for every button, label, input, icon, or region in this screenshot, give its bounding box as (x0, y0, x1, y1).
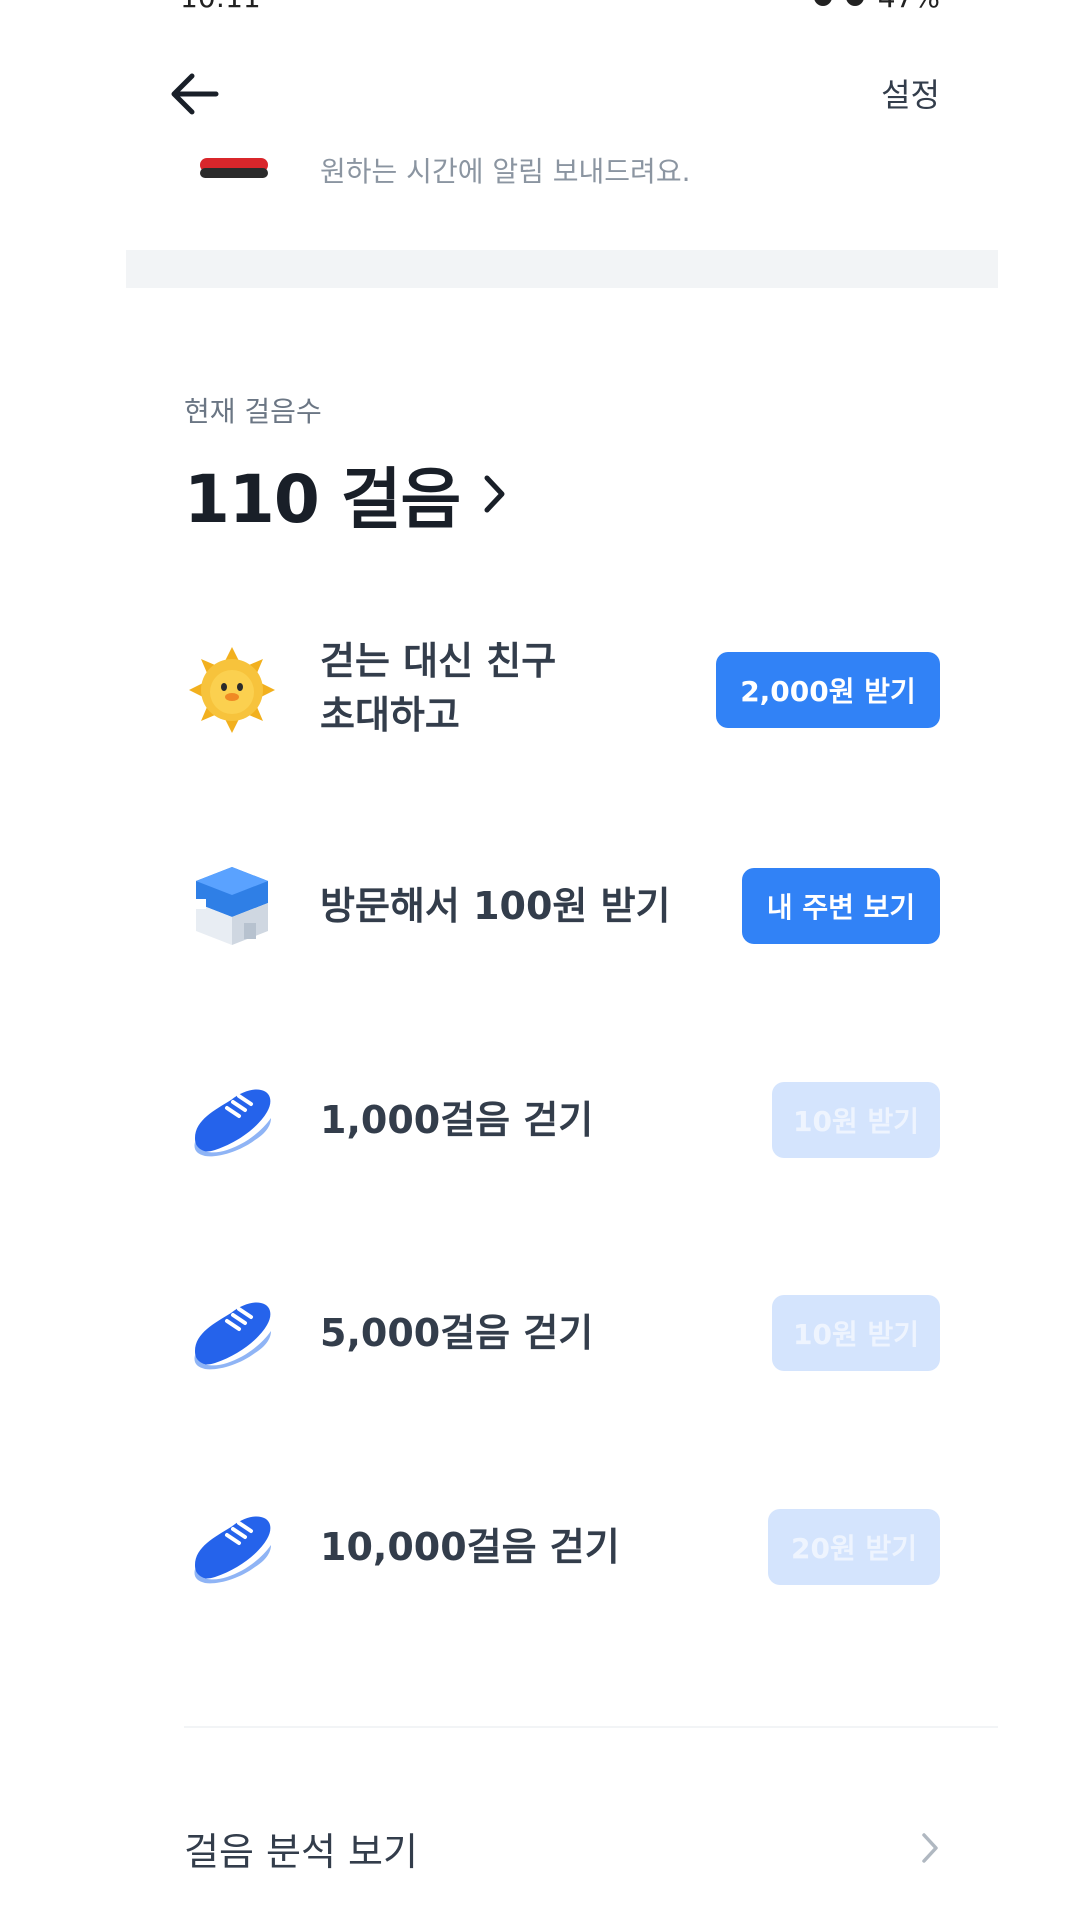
mission-label: 방문해서 100원 받기 (320, 884, 671, 928)
mission-row-invite-friend: 걷는 대신 친구 초대하고 2,000원 받기 (184, 630, 940, 750)
walk-5000-reward-button[interactable]: 10원 받기 (772, 1295, 940, 1371)
sneaker-icon (184, 1499, 280, 1595)
chevron-right-icon (922, 1833, 938, 1863)
alarm-bell-icon (200, 158, 268, 178)
steps-count-value: 110 걸음 (184, 461, 461, 538)
status-bar: 10:11 47% (180, 0, 940, 14)
battery-text: 47% (878, 0, 940, 14)
step-analysis-label: 걸음 분석 보기 (184, 1829, 418, 1874)
list-divider (184, 1726, 998, 1728)
sneaker-icon (184, 1285, 280, 1381)
chevron-right-icon (484, 475, 505, 513)
walking-rewards-screen: 10:11 47% 설정 원하는 시간에 알림 보내드려요. 현재 걸음수 11… (0, 0, 1080, 1920)
status-icons: 47% (813, 0, 940, 14)
mission-row-5000-steps: 5,000걸음 걷기 10원 받기 (184, 1273, 940, 1393)
mission-row-visit-store: 방문해서 100원 받기 내 주변 보기 (184, 846, 940, 966)
steps-count-link[interactable]: 110 걸음 (184, 446, 508, 542)
walk-1000-reward-button[interactable]: 10원 받기 (772, 1082, 940, 1158)
wifi-icon (845, 0, 864, 6)
store-building-icon (184, 858, 280, 954)
mission-label: 1,000걸음 걷기 (320, 1098, 594, 1142)
back-button[interactable] (166, 66, 222, 122)
invite-friend-reward-button[interactable]: 2,000원 받기 (716, 652, 940, 728)
alarm-description: 원하는 시간에 알림 보내드려요. (320, 155, 691, 188)
sun-character-icon (184, 642, 280, 738)
mission-label: 걷는 대신 친구 초대하고 (320, 639, 557, 737)
settings-button[interactable]: 설정 (881, 70, 940, 116)
signal-icon (813, 0, 832, 6)
nearby-stores-button[interactable]: 내 주변 보기 (742, 868, 940, 944)
mission-label: 5,000걸음 걷기 (320, 1311, 594, 1355)
status-time: 10:11 (180, 0, 261, 14)
sneaker-icon (184, 1072, 280, 1168)
mission-row-1000-steps: 1,000걸음 걷기 10원 받기 (184, 1060, 940, 1180)
step-analysis-link[interactable]: 걸음 분석 보기 (184, 1818, 940, 1878)
section-divider (126, 250, 998, 288)
walk-10000-reward-button[interactable]: 20원 받기 (768, 1509, 940, 1585)
steps-caption: 현재 걸음수 (184, 395, 322, 428)
arrow-left-icon (171, 73, 219, 115)
mission-label: 10,000걸음 걷기 (320, 1525, 620, 1569)
mission-row-10000-steps: 10,000걸음 걷기 20원 받기 (184, 1487, 940, 1607)
